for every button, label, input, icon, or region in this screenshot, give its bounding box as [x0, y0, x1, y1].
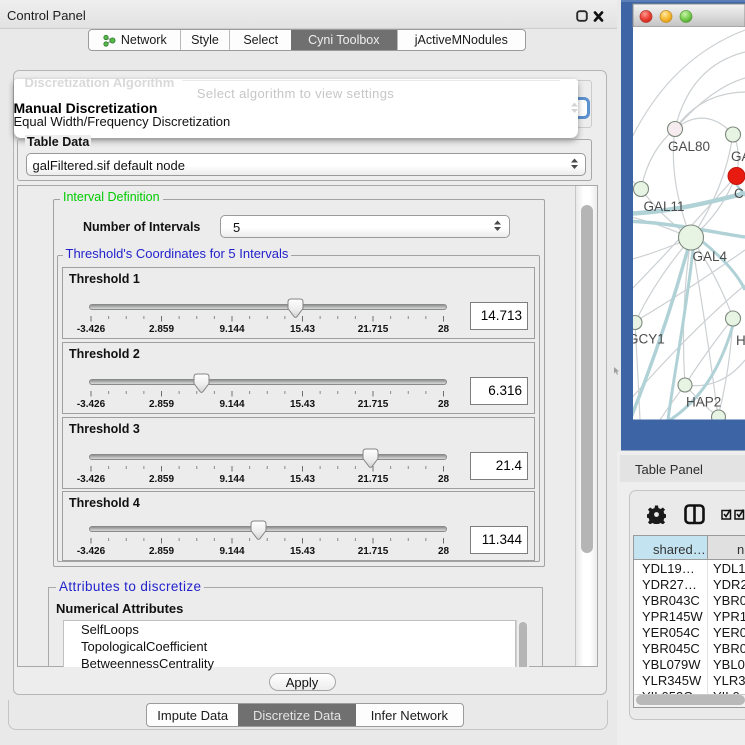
svg-text:GAL80: GAL80 [668, 139, 710, 154]
svg-text:GA: GA [731, 149, 745, 164]
svg-text:HI: HI [736, 333, 745, 348]
svg-text:HAP2: HAP2 [686, 395, 721, 410]
svg-text:C: C [734, 186, 744, 201]
svg-text:GAL4: GAL4 [693, 249, 728, 264]
svg-text:GCY1: GCY1 [628, 332, 665, 347]
svg-text:GAL11: GAL11 [644, 199, 685, 214]
